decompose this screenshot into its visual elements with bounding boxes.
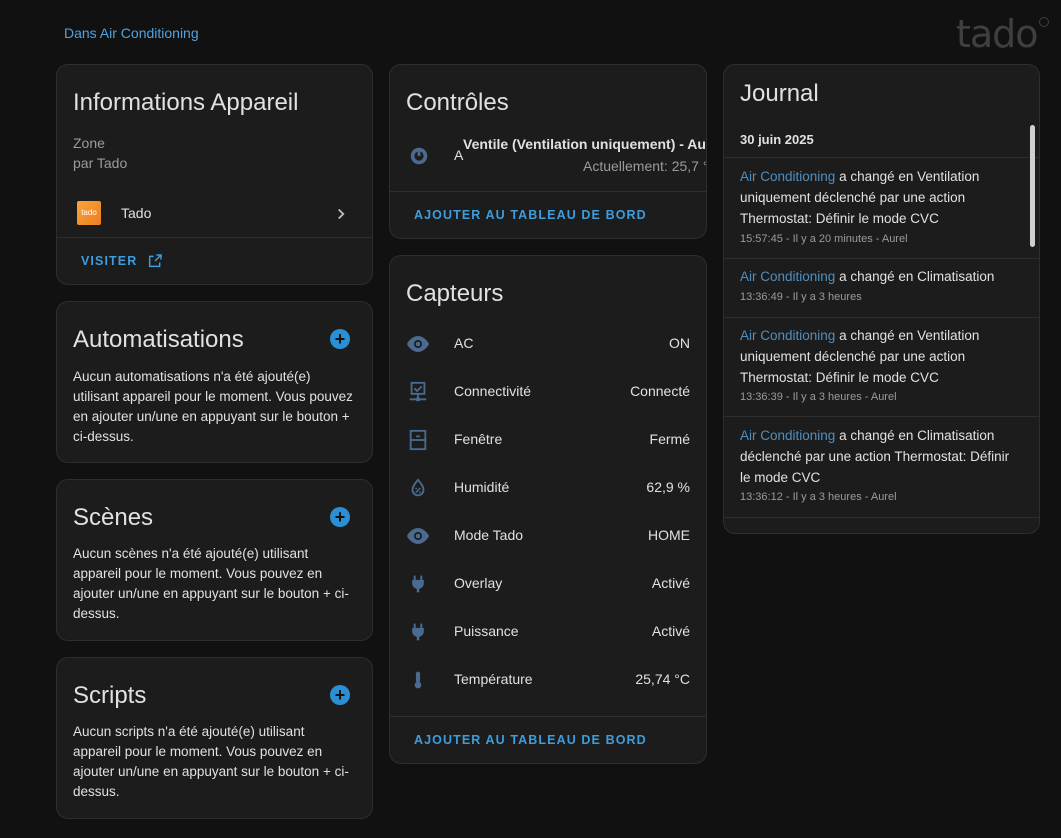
entry-text: Air Conditioning a changé en Ventilation… xyxy=(740,325,1019,388)
entry-text: Air Conditioning a changé en Climatisati… xyxy=(740,266,1019,287)
integration-name: Tado xyxy=(121,205,152,221)
eye-icon xyxy=(406,524,430,548)
badge-text: tado xyxy=(81,208,97,217)
sensor-label: Puissance xyxy=(454,623,519,639)
plug-icon xyxy=(406,572,430,596)
sensor-row-window[interactable]: Fenêtre Fermé xyxy=(390,416,706,464)
water-percent-icon xyxy=(406,476,430,500)
sensor-value: Activé xyxy=(651,623,690,639)
card-divider xyxy=(390,191,706,192)
journal-entry: Air Conditioning a changé en Ventilation… xyxy=(724,158,1039,259)
sensor-value: HOME xyxy=(648,527,690,543)
entry-meta: 13:36:39 - Il y a 3 heures - Aurel xyxy=(740,391,897,403)
brand-text: tado xyxy=(956,12,1039,56)
scripts-empty-text: Aucun scripts n'a été ajouté(e) utilisan… xyxy=(73,724,349,799)
climate-state: Ventile (Ventilation uniquement) - Autom xyxy=(463,136,707,152)
card-title: Scènes xyxy=(73,504,154,531)
add-script-button[interactable]: + xyxy=(330,685,350,705)
sensor-value: 25,74 °C xyxy=(635,671,690,687)
automations-card: Automatisations + Aucun automatisations … xyxy=(56,301,373,463)
integration-row[interactable]: tado Tado xyxy=(57,193,372,237)
chevron-right-icon xyxy=(332,205,350,223)
add-scene-button[interactable]: + xyxy=(330,507,350,527)
sensor-label: Mode Tado xyxy=(454,527,524,543)
add-automation-button[interactable]: + xyxy=(330,329,350,349)
entity-link[interactable]: Air Conditioning xyxy=(740,169,835,184)
card-title: Journal xyxy=(740,80,819,107)
current-temperature: Actuellement: 25,7 °C/ xyxy=(583,158,706,174)
entity-link[interactable]: Air Conditioning xyxy=(740,428,835,443)
sensor-label: Température xyxy=(454,671,533,687)
card-title: Informations Appareil xyxy=(73,89,299,116)
sensor-value: 62,9 % xyxy=(646,479,690,495)
sensor-row-ac[interactable]: AC ON xyxy=(390,320,706,368)
sensors-card: Capteurs AC ON Connectivité Connecté Fen… xyxy=(389,255,707,764)
sensor-label: Connectivité xyxy=(454,383,532,399)
entity-link[interactable]: Air Conditioning xyxy=(740,269,835,284)
journal-entry: Air Conditioning a changé en Ventilation… xyxy=(724,317,1039,417)
card-title: Scripts xyxy=(73,682,147,709)
scenes-empty-text: Aucun scènes n'a été ajouté(e) utilisant… xyxy=(73,546,349,621)
entry-message: a changé en Climatisation xyxy=(835,269,995,284)
sensor-row-temperature[interactable]: Température 25,74 °C xyxy=(390,656,706,704)
sensor-value: ON xyxy=(669,335,690,351)
entity-short-name: A xyxy=(454,147,464,163)
climate-control-row[interactable]: A Ventile (Ventilation uniquement) - Aut… xyxy=(390,131,706,191)
network-icon xyxy=(406,380,430,404)
visit-label: VISITER xyxy=(81,254,138,268)
sensor-label: Humidité xyxy=(454,479,510,495)
plug-icon xyxy=(406,620,430,644)
automations-empty-text: Aucun automatisations n'a été ajouté(e) … xyxy=(73,369,353,444)
open-in-new-icon xyxy=(149,254,163,268)
card-title: Contrôles xyxy=(406,89,509,116)
add-to-dashboard-button[interactable]: AJOUTER AU TABLEAU DE BORD xyxy=(414,733,647,747)
journal-date: 30 juin 2025 xyxy=(740,132,814,147)
card-title: Capteurs xyxy=(406,280,504,307)
journal-scrollbar[interactable] xyxy=(1030,125,1035,247)
sensor-value: Activé xyxy=(651,575,690,591)
entity-link[interactable]: Air Conditioning xyxy=(740,328,835,343)
tado-badge-icon: tado xyxy=(77,201,101,225)
sensor-value: Connecté xyxy=(630,383,690,399)
zone-label: Zone xyxy=(73,135,105,151)
sensor-row-power[interactable]: Puissance Activé xyxy=(390,608,706,656)
eye-icon xyxy=(406,332,430,356)
window-icon xyxy=(406,428,430,452)
manufacturer-label: par Tado xyxy=(73,155,128,171)
journal-entry: Air Conditioning a changé en Climatisati… xyxy=(724,417,1039,518)
tado-logo: tado xyxy=(956,12,1049,56)
entry-meta: 13:36:49 - Il y a 3 heures xyxy=(740,291,862,303)
journal-card: Journal 30 juin 2025 Air Conditioning a … xyxy=(723,64,1040,534)
card-divider xyxy=(57,237,372,238)
sensor-label: Fenêtre xyxy=(454,431,503,447)
device-info-card: Informations Appareil Zone par Tado tado… xyxy=(56,64,373,285)
sensor-row-humidity[interactable]: Humidité 62,9 % xyxy=(390,464,706,512)
thermostat-icon xyxy=(408,145,430,167)
visit-button[interactable]: VISITER xyxy=(81,253,163,269)
entry-meta: 13:36:12 - Il y a 3 heures - Aurel xyxy=(740,491,897,503)
add-to-dashboard-button[interactable]: AJOUTER AU TABLEAU DE BORD xyxy=(414,208,647,222)
breadcrumb-link[interactable]: Dans Air Conditioning xyxy=(64,25,199,41)
sensor-row-tado-mode[interactable]: Mode Tado HOME xyxy=(390,512,706,560)
entry-text: Air Conditioning a changé en Ventilation… xyxy=(740,166,1019,229)
sensor-label: AC xyxy=(454,335,474,351)
journal-entry: Air Conditioning a changé en Climatisati… xyxy=(724,258,1039,318)
sensor-list: AC ON Connectivité Connecté Fenêtre Ferm… xyxy=(390,320,706,704)
scripts-card: Scripts + Aucun scripts n'a été ajouté(e… xyxy=(56,657,373,819)
entry-meta: 15:57:45 - Il y a 20 minutes - Aurel xyxy=(740,233,908,245)
logo-ring xyxy=(1038,17,1049,27)
sensor-row-connectivity[interactable]: Connectivité Connecté xyxy=(390,368,706,416)
thermometer-icon xyxy=(406,668,430,692)
card-title: Automatisations xyxy=(73,326,244,353)
card-divider xyxy=(390,716,706,717)
scenes-card: Scènes + Aucun scènes n'a été ajouté(e) … xyxy=(56,479,373,641)
sensor-label: Overlay xyxy=(454,575,503,591)
sensor-row-overlay[interactable]: Overlay Activé xyxy=(390,560,706,608)
controls-card: Contrôles A Ventile (Ventilation uniquem… xyxy=(389,64,707,239)
entry-text: Air Conditioning a changé en Climatisati… xyxy=(740,425,1019,488)
sensor-value: Fermé xyxy=(649,431,690,447)
